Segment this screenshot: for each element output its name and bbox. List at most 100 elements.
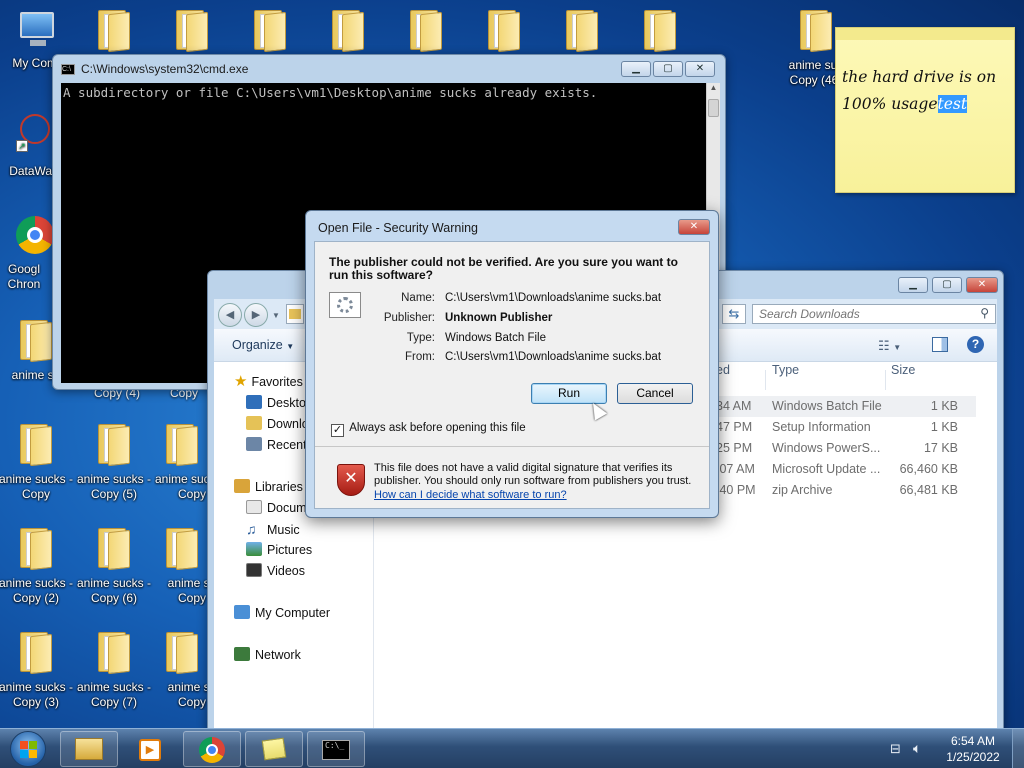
nav-videos[interactable]: Videos [246, 561, 305, 581]
taskbar-chrome[interactable] [183, 731, 241, 767]
name-value: C:\Users\vm1\Downloads\anime sucks.bat [445, 292, 662, 304]
table-row[interactable]: :07 AM Microsoft Update ... 66,460 KB [716, 459, 976, 480]
column-size[interactable]: Size [891, 363, 915, 377]
desktop-icon-folder[interactable]: anime sucks - Copy [154, 422, 210, 502]
column-type[interactable]: Type [772, 363, 799, 377]
desktop-icon-folder[interactable]: anime su Copy [154, 630, 210, 710]
dialog-close-button[interactable]: ✕ [678, 219, 710, 235]
search-box[interactable]: ⚲ [752, 304, 996, 324]
desktop-icon-folder[interactable]: anime sucks - Copy [0, 422, 74, 502]
nav-label: Libraries [255, 480, 303, 494]
cmd-icon: C:\ [61, 64, 75, 75]
close-button[interactable]: ✕ [966, 277, 998, 293]
desktop-icon-folder[interactable] [564, 8, 600, 53]
desktop-icon-label: anime sucks - Copy [0, 472, 74, 501]
desktop-icon-folder[interactable]: anime sucks - Copy (2) [0, 526, 74, 606]
show-desktop-button[interactable] [1012, 729, 1024, 768]
nav-label: Network [255, 648, 301, 662]
refresh-icon[interactable]: ⇆ [722, 304, 746, 324]
publisher-value: Unknown Publisher [445, 312, 553, 324]
scroll-up-icon[interactable]: ▲ [707, 83, 720, 97]
help-icon[interactable]: ? [967, 336, 984, 353]
cancel-button[interactable]: Cancel [617, 383, 693, 404]
nav-downloads[interactable]: Downlo [246, 414, 309, 434]
sticky-note[interactable]: the hard drive is on 100% usagetest [835, 27, 1015, 193]
table-row[interactable]: 47 PM Setup Information 1 KB [716, 417, 976, 438]
nav-music[interactable]: ♫ Music [246, 519, 300, 539]
folder-icon [18, 424, 54, 467]
address-bar[interactable] [286, 304, 304, 324]
desktop-icon-folder[interactable] [174, 8, 210, 53]
search-icon[interactable]: ⚲ [980, 306, 989, 320]
row-size: 1 KB [930, 420, 958, 434]
table-row[interactable]: 25 PM Windows PowerS... 17 KB [716, 438, 976, 459]
nav-favorites[interactable]: ★ Favorites [234, 372, 303, 392]
taskbar: ▶ C:\_ ⊟ 🔈︎ 6:54 AM 1/25/2022 [0, 728, 1024, 768]
maximize-button[interactable]: ▢ [653, 61, 683, 77]
network-icon [234, 647, 250, 661]
table-row[interactable]: 34 AM Windows Batch File 1 KB [716, 396, 976, 417]
taskbar-sticky-notes[interactable] [245, 731, 303, 767]
organize-button[interactable]: Organize ▼ [232, 338, 294, 352]
desktop-icon-folder[interactable]: anime sucks - Copy (5) [76, 422, 152, 502]
nav-recent[interactable]: Recent [246, 435, 307, 455]
start-button[interactable] [10, 731, 46, 767]
back-icon[interactable]: ◀ [218, 303, 242, 327]
scroll-thumb[interactable] [708, 99, 719, 117]
minimize-button[interactable]: ▁ [898, 277, 928, 293]
folder-icon [564, 10, 600, 53]
chrome-icon [14, 214, 54, 260]
desktop-icon [246, 395, 262, 409]
folder-icon [798, 10, 834, 53]
desktop-icon-folder[interactable] [486, 8, 522, 53]
folder-icon [96, 528, 132, 571]
close-button[interactable]: ✕ [685, 61, 715, 77]
nav-documents[interactable]: Docum [246, 498, 307, 518]
desktop-icon-folder[interactable]: anime su Copy [154, 526, 210, 606]
nav-my-computer[interactable]: My Computer [234, 603, 330, 623]
desktop-icon-label: anime sucks - Copy (5) [76, 472, 152, 501]
volume-icon[interactable]: 🔈︎ [913, 740, 921, 757]
taskbar-explorer[interactable] [60, 731, 118, 767]
search-input[interactable] [753, 305, 963, 323]
desktop-icon-folder[interactable] [408, 8, 444, 53]
security-warning-dialog[interactable]: Open File - Security Warning ✕ The publi… [305, 210, 719, 518]
music-icon: ♫ [246, 521, 257, 537]
taskbar-cmd[interactable]: C:\_ [307, 731, 365, 767]
minimize-button[interactable]: ▁ [621, 61, 651, 77]
table-row[interactable]: :40 PM zip Archive 66,481 KB [716, 480, 976, 501]
desktop-icon-folder[interactable]: anime sucks - Copy (7) [76, 630, 152, 710]
taskbar-media-player[interactable]: ▶ [121, 731, 179, 767]
desktop-icon-folder[interactable] [642, 8, 678, 53]
forward-icon[interactable]: ▶ [244, 303, 268, 327]
sticky-note-text[interactable]: the hard drive is on 100% usagetest [836, 40, 1014, 118]
always-ask-label: Always ask before opening this file [349, 422, 526, 434]
desktop-icon-folder[interactable]: anime sucks - Copy (6) [76, 526, 152, 606]
view-options-icon[interactable]: ☷ ▼ [878, 338, 901, 354]
cmd-titlebar[interactable]: C:\ C:\Windows\system32\cmd.exe ▁ ▢ ✕ [53, 55, 725, 83]
preview-pane-icon[interactable] [932, 337, 948, 352]
nav-pictures[interactable]: Pictures [246, 540, 312, 560]
sticky-notes-icon [261, 737, 287, 761]
desktop-icon-label: anime sucks - Copy (2) [0, 576, 74, 605]
nav-desktop[interactable]: Desktop [246, 393, 313, 413]
always-ask-checkbox[interactable]: ✓ [331, 424, 344, 437]
history-dropdown-icon[interactable]: ▼ [272, 311, 280, 320]
nav-libraries[interactable]: Libraries [234, 477, 303, 497]
clock[interactable]: 6:54 AM 1/25/2022 [940, 733, 1006, 765]
nav-label: Favorites [251, 375, 303, 389]
desktop-icon-folder[interactable] [96, 8, 132, 53]
pictures-icon [246, 542, 262, 556]
help-link[interactable]: How can I decide what software to run? [374, 489, 567, 501]
desktop-icon-folder[interactable] [252, 8, 288, 53]
sticky-note-body: the hard drive is on 100% usage [842, 68, 997, 113]
type-label: Type: [406, 332, 435, 344]
nav-network[interactable]: Network [234, 645, 301, 665]
maximize-button[interactable]: ▢ [932, 277, 962, 293]
network-tray-icon[interactable]: ⊟ [890, 741, 901, 757]
sticky-note-selection: test [937, 95, 968, 113]
desktop-icon-folder[interactable]: anime sucks - Copy (3) [0, 630, 74, 710]
always-ask-checkbox-row[interactable]: ✓ Always ask before opening this file [331, 422, 526, 437]
nav-label: Downlo [267, 417, 309, 431]
desktop-icon-folder[interactable] [330, 8, 366, 53]
